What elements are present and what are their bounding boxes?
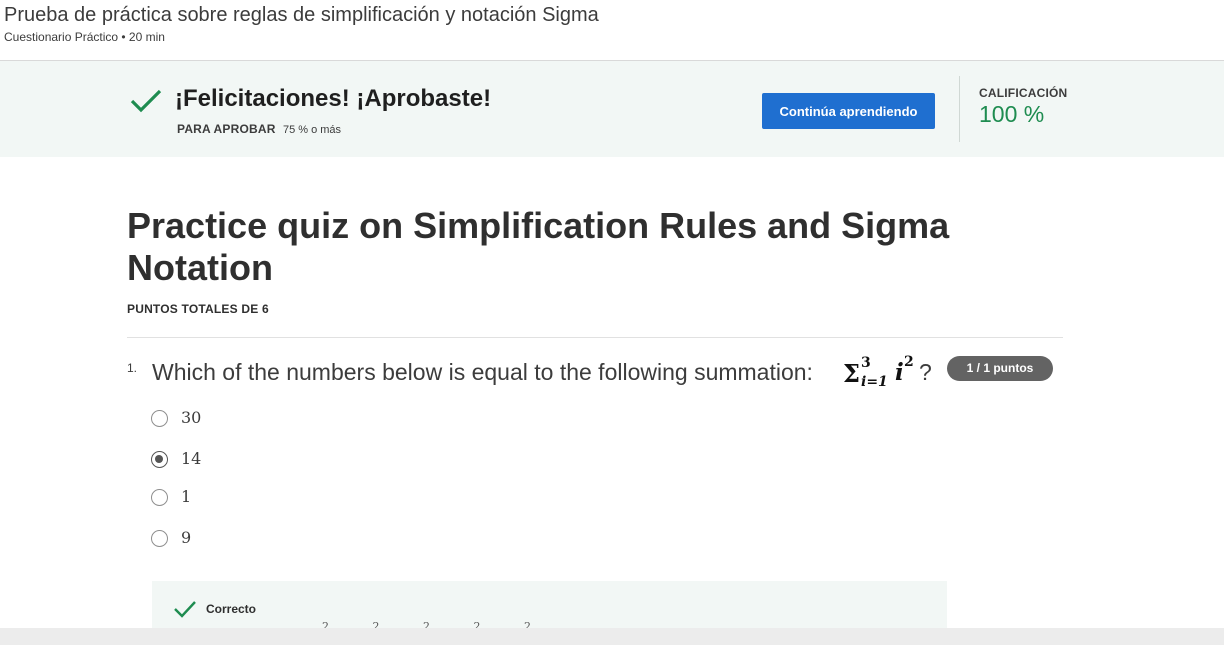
- summation-formula: Σ 3 i=1 i 2: [843, 353, 923, 393]
- page-title: Prueba de práctica sobre reglas de simpl…: [4, 4, 599, 26]
- radio-button[interactable]: [151, 410, 168, 427]
- score-badge: 1 / 1 puntos: [947, 356, 1053, 381]
- banner-divider: [959, 76, 960, 142]
- top-bar: Prueba de práctica sobre reglas de simpl…: [0, 0, 1224, 61]
- question-number: 1.: [127, 361, 138, 375]
- answer-option-label: 9: [181, 528, 192, 547]
- pass-threshold-value: 75 % o más: [282, 124, 342, 136]
- summation-upper-limit: 3: [861, 355, 871, 371]
- summation-lower-limit: i=1: [861, 374, 888, 390]
- sigma-symbol: Σ: [843, 359, 860, 388]
- question-mark: ?: [919, 359, 932, 385]
- checkmark-icon: [174, 601, 196, 618]
- page-subtitle: Cuestionario Práctico • 20 min: [4, 30, 165, 44]
- grade-value: 100 %: [979, 101, 1045, 127]
- pass-message: ¡Felicitaciones! ¡Aprobaste!: [175, 85, 492, 112]
- quiz-title: Practice quiz on Simplification Rules an…: [127, 205, 950, 288]
- question-text: Which of the numbers below is equal to t…: [152, 359, 813, 385]
- bottom-scroll-area: [0, 628, 1224, 645]
- radio-button-selected[interactable]: [151, 451, 168, 468]
- answer-option-label: 14: [181, 449, 202, 468]
- answer-option-label: 30: [181, 408, 202, 427]
- divider: [127, 337, 1063, 338]
- continue-learning-button[interactable]: Continúa aprendiendo: [762, 93, 935, 129]
- total-points: PUNTOS TOTALES DE 6: [127, 302, 269, 316]
- feedback-label: Correcto: [206, 602, 257, 616]
- answer-option-label: 1: [181, 487, 192, 506]
- summation-term: i: [895, 359, 904, 386]
- pass-threshold: PARA APROBAR 75 % o más: [177, 122, 341, 136]
- checkmark-icon: [130, 89, 162, 113]
- radio-button[interactable]: [151, 530, 168, 547]
- pass-threshold-label: PARA APROBAR: [177, 122, 276, 136]
- radio-button[interactable]: [151, 489, 168, 506]
- grade-label: CALIFICACIÓN: [979, 86, 1068, 100]
- summation-exponent: 2: [904, 354, 914, 370]
